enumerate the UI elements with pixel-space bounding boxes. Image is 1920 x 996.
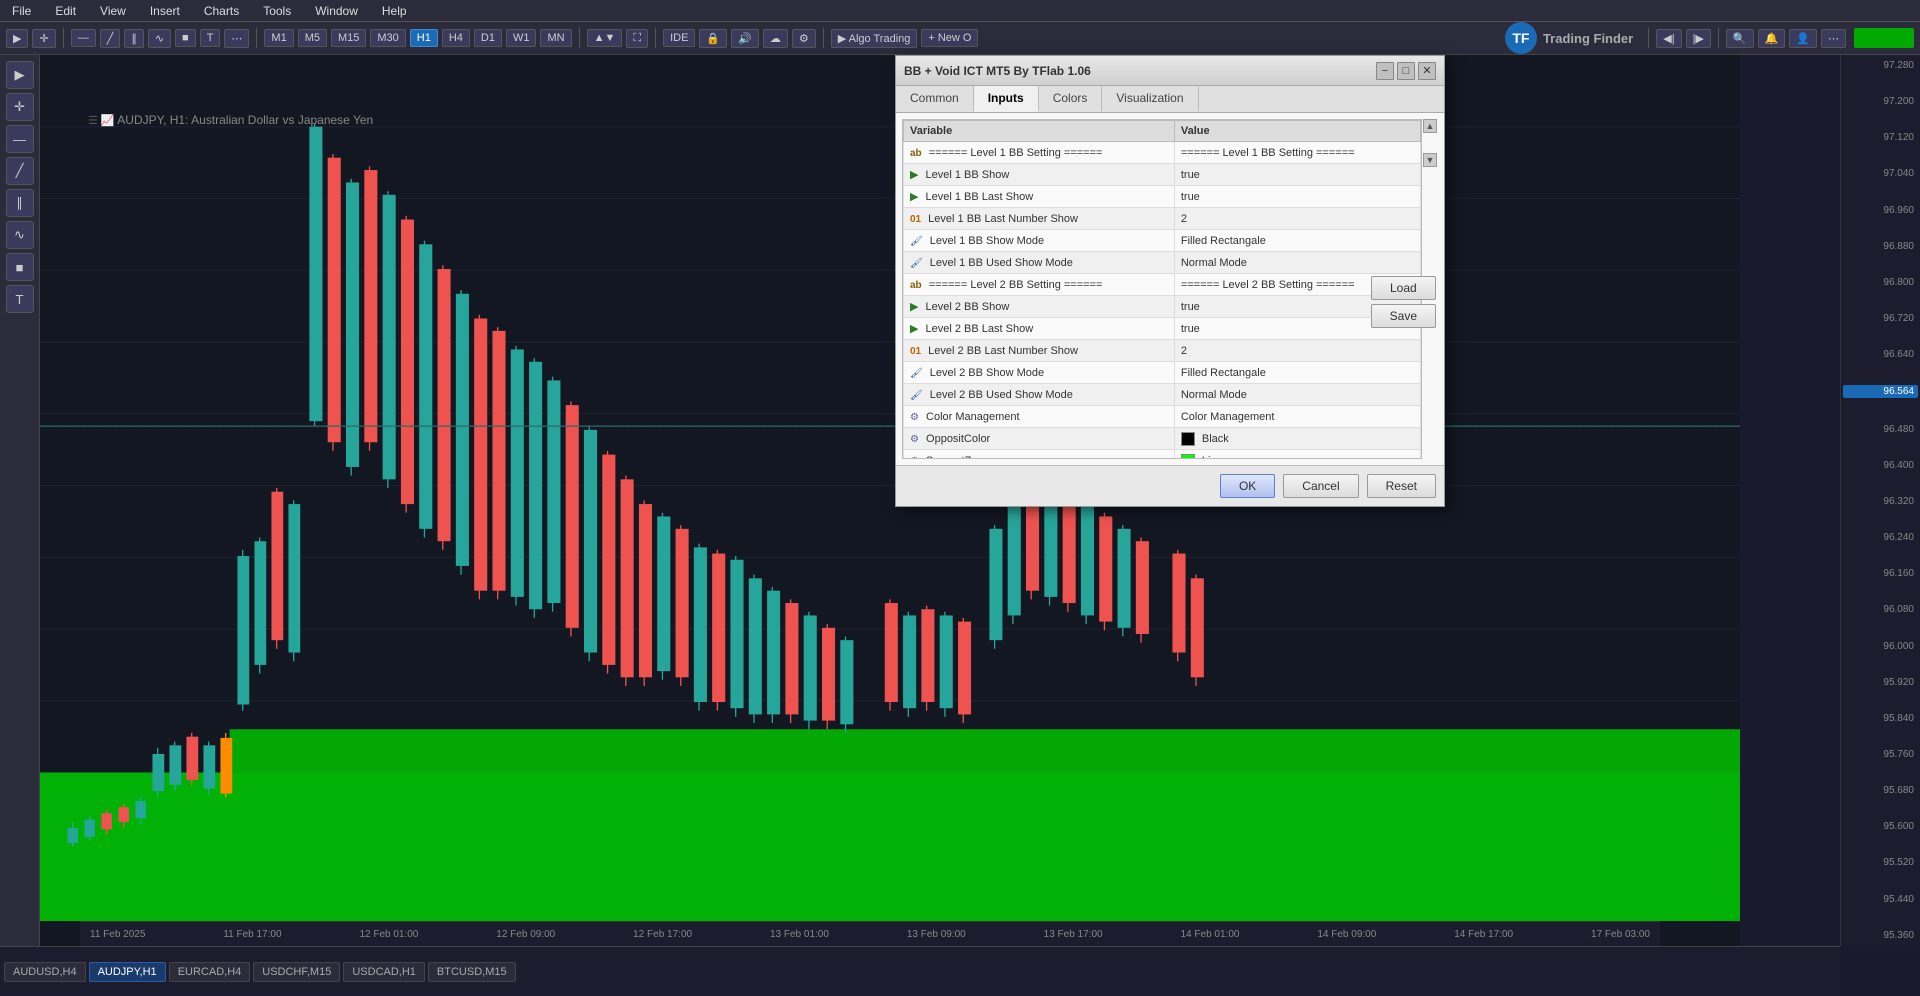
var-cell: ⚙ OppositColor	[904, 428, 1175, 450]
table-row[interactable]: ▶ Level 2 BB Last Show true	[904, 318, 1421, 340]
table-row[interactable]: 01 Level 2 BB Last Number Show 2	[904, 340, 1421, 362]
modal-close-btn[interactable]: ✕	[1418, 62, 1436, 80]
icon-paint4: 🖌	[910, 390, 923, 401]
var-label: ====== Level 1 BB Setting ======	[929, 147, 1103, 159]
var-cell: ▶ Level 1 BB Show	[904, 164, 1175, 186]
table-row[interactable]: ▶ Level 2 BB Show true	[904, 296, 1421, 318]
var-cell: ab ====== Level 1 BB Setting ======	[904, 142, 1175, 164]
tab-visualization[interactable]: Visualization	[1102, 86, 1198, 112]
val-cell[interactable]: Normal Mode	[1174, 252, 1420, 274]
val-cell[interactable]: 2	[1174, 208, 1420, 230]
modal-footer: OK Cancel Reset	[896, 465, 1444, 506]
icon-arrow: ▶	[910, 169, 918, 181]
ok-btn[interactable]: OK	[1220, 474, 1275, 498]
modal-overlay: BB + Void ICT MT5 By TFlab 1.06 − □ ✕ Co…	[0, 0, 1920, 996]
modal-tabs: Common Inputs Colors Visualization	[896, 86, 1444, 113]
reset-btn[interactable]: Reset	[1367, 474, 1436, 498]
col-variable: Variable	[904, 121, 1175, 142]
icon-arrow4: ▶	[910, 323, 918, 335]
var-cell: ▶ Level 2 BB Show	[904, 296, 1175, 318]
modal-maximize-btn[interactable]: □	[1397, 62, 1415, 80]
table-row[interactable]: ⚙ OppositColor Black	[904, 428, 1421, 450]
table-row[interactable]: ▶ Level 1 BB Last Show true	[904, 186, 1421, 208]
icon-gear: ⚙	[910, 412, 919, 423]
icon-012: 01	[910, 346, 921, 357]
tab-colors[interactable]: Colors	[1039, 86, 1103, 112]
val-cell[interactable]: 2	[1174, 340, 1420, 362]
variables-table: Variable Value ab ====== Level 1 BB Sett…	[903, 120, 1421, 459]
val-cell[interactable]: true	[1174, 164, 1420, 186]
val-cell[interactable]: true	[1174, 186, 1420, 208]
var-cell: 🖌 Level 2 BB Show Mode	[904, 362, 1175, 384]
tab-common[interactable]: Common	[896, 86, 974, 112]
variables-table-wrapper[interactable]: Variable Value ab ====== Level 1 BB Sett…	[902, 119, 1422, 459]
var-cell: ⚙ Color Management	[904, 406, 1175, 428]
scrollbar-area: ▲ ▼	[1422, 119, 1438, 167]
load-save-area: Load Save	[1371, 276, 1436, 328]
modal-dialog: BB + Void ICT MT5 By TFlab 1.06 − □ ✕ Co…	[895, 55, 1445, 507]
var-cell: 🖌 Level 1 BB Show Mode	[904, 230, 1175, 252]
icon-paint3: 🖌	[910, 368, 923, 379]
modal-title: BB + Void ICT MT5 By TFlab 1.06	[904, 64, 1091, 78]
val-cell: ====== Level 1 BB Setting ======	[1174, 142, 1420, 164]
save-btn[interactable]: Save	[1371, 304, 1436, 328]
table-row[interactable]: ab ====== Level 1 BB Setting ====== ====…	[904, 142, 1421, 164]
scroll-up-btn[interactable]: ▲	[1423, 119, 1437, 133]
var-cell: ▶ Level 1 BB Last Show	[904, 186, 1175, 208]
var-cell: 🖌 Level 1 BB Used Show Mode	[904, 252, 1175, 274]
icon-arrow: ▶	[910, 191, 918, 203]
table-row[interactable]: ▶ Level 1 BB Show true	[904, 164, 1421, 186]
table-row[interactable]: ab ====== Level 2 BB Setting ====== ====…	[904, 274, 1421, 296]
modal-header: BB + Void ICT MT5 By TFlab 1.06 − □ ✕	[896, 56, 1444, 86]
icon-gear3: ⚙	[910, 456, 919, 460]
table-row[interactable]: 🖌 Level 2 BB Used Show Mode Normal Mode	[904, 384, 1421, 406]
var-cell: ▶ Level 2 BB Last Show	[904, 318, 1175, 340]
val-cell[interactable]: Lime	[1174, 450, 1420, 460]
table-row[interactable]: 🖌 Level 1 BB Used Show Mode Normal Mode	[904, 252, 1421, 274]
val-cell[interactable]: Filled Rectangale	[1174, 362, 1420, 384]
modal-body: Variable Value ab ====== Level 1 BB Sett…	[896, 113, 1444, 465]
icon-01: 01	[910, 214, 921, 225]
val-cell[interactable]: Black	[1174, 428, 1420, 450]
tab-inputs[interactable]: Inputs	[974, 86, 1039, 112]
cancel-btn[interactable]: Cancel	[1283, 474, 1358, 498]
table-row[interactable]: ⚙ SupportZone Lime	[904, 450, 1421, 460]
icon-paint: 🖌	[910, 236, 923, 247]
var-cell: 01 Level 2 BB Last Number Show	[904, 340, 1175, 362]
table-row[interactable]: 01 Level 1 BB Last Number Show 2	[904, 208, 1421, 230]
var-cell: ab ====== Level 2 BB Setting ======	[904, 274, 1175, 296]
icon-arrow3: ▶	[910, 301, 918, 313]
icon-paint2: 🖌	[910, 258, 923, 269]
var-cell: ⚙ SupportZone	[904, 450, 1175, 460]
val-cell: Color Management	[1174, 406, 1420, 428]
val-cell[interactable]: Normal Mode	[1174, 384, 1420, 406]
color-swatch-black[interactable]	[1181, 432, 1195, 446]
load-btn[interactable]: Load	[1371, 276, 1436, 300]
color-swatch-lime[interactable]	[1181, 454, 1195, 460]
icon-gear2: ⚙	[910, 434, 919, 445]
table-row[interactable]: 🖌 Level 2 BB Show Mode Filled Rectangale	[904, 362, 1421, 384]
var-cell: 🖌 Level 2 BB Used Show Mode	[904, 384, 1175, 406]
scroll-down-btn[interactable]: ▼	[1423, 153, 1437, 167]
icon-ab: ab	[910, 148, 922, 159]
var-cell: 01 Level 1 BB Last Number Show	[904, 208, 1175, 230]
val-cell[interactable]: Filled Rectangale	[1174, 230, 1420, 252]
col-value: Value	[1174, 121, 1420, 142]
icon-ab2: ab	[910, 280, 922, 291]
table-row[interactable]: 🖌 Level 1 BB Show Mode Filled Rectangale	[904, 230, 1421, 252]
modal-minimize-btn[interactable]: −	[1376, 62, 1394, 80]
table-row[interactable]: ⚙ Color Management Color Management	[904, 406, 1421, 428]
